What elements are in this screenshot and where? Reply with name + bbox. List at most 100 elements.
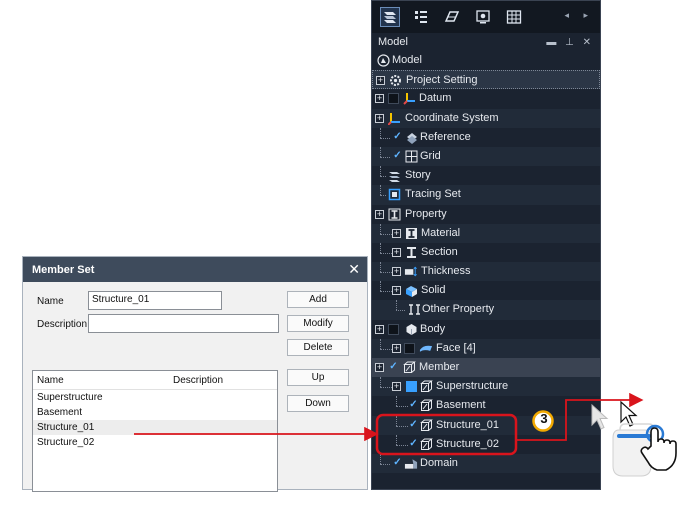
tree-item-label: Story xyxy=(405,169,431,182)
tree-item[interactable]: Model xyxy=(372,51,600,70)
tree-item-label: Solid xyxy=(421,284,446,297)
tree-guide-line xyxy=(380,195,386,197)
expand-toggle-icon[interactable]: + xyxy=(392,247,401,257)
tree-item[interactable]: + Coordinate System xyxy=(372,108,600,128)
view-icon[interactable] xyxy=(473,7,493,27)
name-label: Name xyxy=(37,296,64,307)
body-icon xyxy=(404,322,418,336)
visibility-checkbox[interactable] xyxy=(388,323,399,335)
add-button[interactable]: Add xyxy=(287,291,349,308)
expand-toggle-icon[interactable]: + xyxy=(392,267,401,277)
tree-item[interactable]: ✓ Basement xyxy=(372,396,600,415)
expand-toggle-icon[interactable]: + xyxy=(392,343,401,353)
tree-guide-line xyxy=(380,262,381,273)
tree-guide-line xyxy=(396,415,397,426)
description-field[interactable] xyxy=(88,314,279,333)
panel-title-bar: Model ▬ ⊥ ✕ xyxy=(372,33,600,51)
tree-item[interactable]: ✓ Structure_01 xyxy=(372,415,600,435)
visibility-checkbox[interactable]: ✓ xyxy=(408,400,419,411)
visibility-checkbox[interactable] xyxy=(404,342,415,354)
hand-pointer-icon xyxy=(612,423,677,477)
tree-item[interactable]: + Solid xyxy=(372,281,600,300)
expand-toggle-icon[interactable]: + xyxy=(376,76,385,86)
story-icon xyxy=(387,169,401,183)
table-icon[interactable] xyxy=(504,7,524,27)
tree-item-label: Face [4] xyxy=(436,341,476,354)
tree-item[interactable]: ✓ Grid xyxy=(372,146,600,167)
panel-title: Model xyxy=(378,36,408,48)
tree-item-label: Member xyxy=(419,361,460,373)
solid-icon xyxy=(404,284,418,298)
expand-toggle-icon[interactable]: + xyxy=(375,324,384,334)
expand-toggle-icon[interactable]: + xyxy=(392,382,401,392)
tree-guide-line xyxy=(396,425,408,427)
visibility-checkbox[interactable]: ✓ xyxy=(408,419,419,431)
up-button[interactable]: Up xyxy=(287,369,349,386)
tree-guide-line xyxy=(396,406,408,408)
down-button[interactable]: Down xyxy=(287,395,349,412)
close-icon[interactable]: ✕ xyxy=(348,261,360,278)
column-header-description[interactable]: Description xyxy=(173,375,277,386)
modify-button[interactable]: Modify xyxy=(287,315,349,332)
tree-item[interactable]: ✓ Structure_02 xyxy=(372,434,600,454)
face-icon xyxy=(419,341,433,355)
list-item[interactable]: Structure_02 xyxy=(33,435,277,450)
expand-toggle-icon[interactable]: + xyxy=(375,363,384,372)
tree-item-label: Structure_02 xyxy=(436,437,499,450)
tree-guide-line xyxy=(380,242,381,253)
tree-item[interactable]: ✓ Reference xyxy=(372,127,600,147)
tree-item[interactable]: + Project Setting xyxy=(372,70,600,90)
domain-icon xyxy=(404,456,418,470)
name-field[interactable]: Structure_01 xyxy=(88,291,222,310)
visibility-checkbox[interactable]: ✓ xyxy=(392,457,403,469)
tree-item[interactable]: ✓ Domain xyxy=(372,453,600,474)
tree-item[interactable]: Story xyxy=(372,166,600,185)
tree-item[interactable]: Tracing Set xyxy=(372,185,600,205)
expand-toggle-icon[interactable]: + xyxy=(375,94,384,104)
delete-button[interactable]: Delete xyxy=(287,339,349,356)
expand-toggle-icon[interactable]: + xyxy=(392,228,401,238)
layers-icon[interactable] xyxy=(411,7,431,27)
model-tree-icon[interactable] xyxy=(380,7,400,27)
tree-item[interactable]: + Material xyxy=(372,223,600,243)
tree-guide-line xyxy=(380,223,381,234)
column-header-name[interactable]: Name xyxy=(33,375,173,386)
tree-guide-line xyxy=(380,252,392,254)
datum-icon xyxy=(402,92,416,106)
tree-item[interactable]: + Body xyxy=(372,320,600,339)
panel-scroll-arrows[interactable]: ◂ ▸ xyxy=(564,10,594,21)
visibility-checkbox[interactable]: ✓ xyxy=(408,438,419,450)
expand-toggle-icon[interactable]: + xyxy=(392,286,401,296)
tree-item[interactable]: + Property xyxy=(372,205,600,224)
other-property-icon xyxy=(407,303,421,317)
tree-guide-line xyxy=(396,310,405,312)
visibility-checkbox[interactable]: ✓ xyxy=(392,131,403,143)
tree-item[interactable]: + Face [4] xyxy=(372,338,600,358)
reference-icon xyxy=(404,130,418,144)
visibility-checkbox[interactable] xyxy=(406,381,417,393)
list-item[interactable]: Structure_01 xyxy=(33,420,277,435)
tree-item[interactable]: + Superstructure xyxy=(372,377,600,397)
tree-guide-line xyxy=(380,185,381,196)
list-item[interactable]: Superstructure xyxy=(33,390,277,405)
tree-item-label: Datum xyxy=(419,92,452,105)
tree-item[interactable]: Other Property xyxy=(372,300,600,320)
expand-toggle-icon[interactable]: + xyxy=(375,113,384,123)
tree-item[interactable]: + Datum xyxy=(372,89,600,108)
visibility-checkbox[interactable]: ✓ xyxy=(392,150,403,162)
tree-item[interactable]: + Thickness xyxy=(372,262,600,282)
visibility-checkbox[interactable]: ✓ xyxy=(388,362,399,373)
material-icon xyxy=(404,226,418,240)
panel-window-controls[interactable]: ▬ ⊥ ✕ xyxy=(546,37,594,48)
property-icon xyxy=(387,207,401,221)
story-icon[interactable] xyxy=(442,7,462,27)
description-label: Description xyxy=(37,319,88,330)
expand-toggle-icon[interactable]: + xyxy=(375,209,384,219)
member-set-list[interactable]: Name Description Superstructure Basement S… xyxy=(32,370,278,492)
visibility-checkbox[interactable] xyxy=(388,93,399,105)
tree-item-label: Domain xyxy=(420,456,458,469)
tree-item-label: Grid xyxy=(420,149,441,162)
list-item[interactable]: Basement xyxy=(33,405,277,420)
tree-item[interactable]: + ✓ Member xyxy=(372,358,600,378)
tree-item[interactable]: + Section xyxy=(372,242,600,262)
